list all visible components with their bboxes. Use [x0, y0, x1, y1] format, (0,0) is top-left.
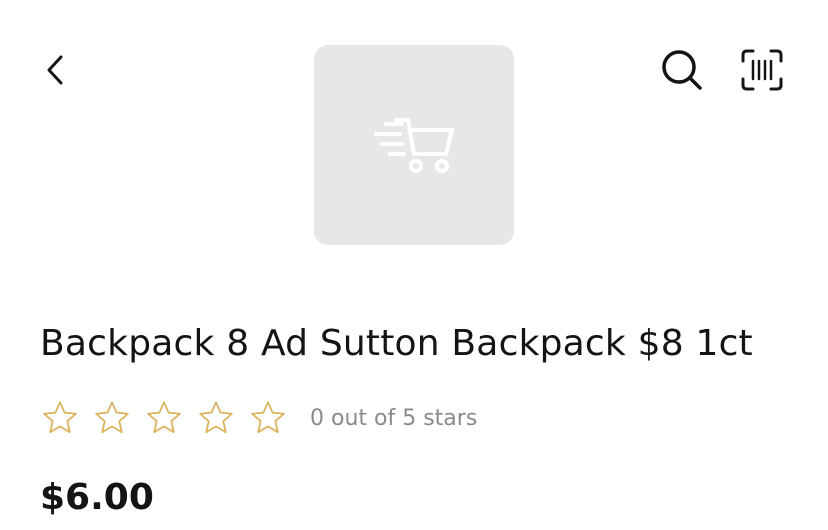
search-icon: [662, 50, 702, 90]
barcode-scan-icon: [741, 49, 783, 91]
rating-text: 0 out of 5 stars: [310, 405, 478, 431]
product-price: $6.00: [40, 477, 154, 518]
product-title: Backpack 8 Ad Sutton Backpack $8 1ct: [40, 323, 753, 364]
product-image-placeholder: [314, 45, 514, 245]
product-detail-screen: Backpack 8 Ad Sutton Backpack $8 1ct 0 o…: [0, 0, 828, 530]
star-5-icon: [248, 398, 288, 438]
star-2-icon: [92, 398, 132, 438]
search-button[interactable]: [656, 44, 708, 96]
star-4-icon: [196, 398, 236, 438]
barcode-scan-button[interactable]: [736, 44, 788, 96]
star-3-icon: [144, 398, 184, 438]
rating-row: 0 out of 5 stars: [40, 396, 477, 440]
chevron-left-icon: [47, 55, 63, 85]
back-button[interactable]: [36, 48, 76, 92]
shopping-cart-icon: [374, 118, 454, 173]
star-1-icon: [40, 398, 80, 438]
